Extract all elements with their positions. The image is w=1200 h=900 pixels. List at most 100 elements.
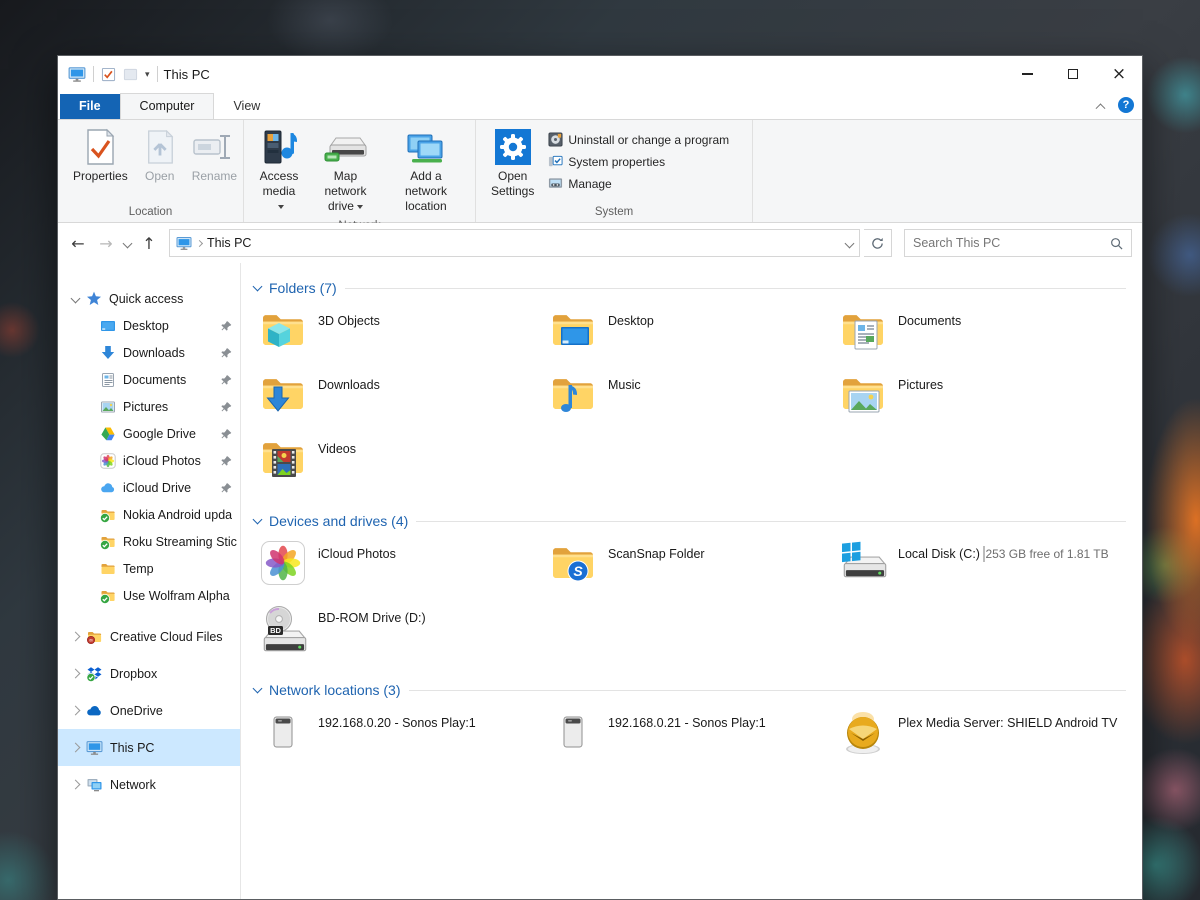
address-dropdown-icon[interactable] [845,238,855,248]
add-network-location-icon [404,127,448,167]
up-button[interactable]: ↑ [137,234,161,253]
expand-chevron-icon[interactable] [71,294,81,304]
tile-3d-objects[interactable]: 3D Objects [254,305,544,369]
network-icon [86,777,103,793]
sidebar-item-documents[interactable]: Documents [58,366,240,393]
access-media-button[interactable]: Accessmedia [252,124,306,217]
manage-button[interactable]: Manage [543,174,734,193]
folder-desktop-icon [548,307,598,357]
minimize-icon [1022,73,1033,74]
system-properties-button[interactable]: System properties [543,152,734,171]
folder-synced-icon [100,588,116,604]
tile-sonos-20[interactable]: 192.168.0.20 - Sonos Play:1 [254,707,544,771]
new-folder-qat-icon[interactable] [123,67,138,82]
sidebar-item-desktop[interactable]: Desktop [58,312,240,339]
tab-computer[interactable]: Computer [120,93,215,119]
properties-qat-icon[interactable] [101,67,116,82]
sidebar-item-downloads[interactable]: Downloads [58,339,240,366]
section-title: Devices and drives (4) [269,513,408,529]
collapse-chevron-icon[interactable] [71,780,81,790]
uninstall-program-button[interactable]: Uninstall or change a program [543,130,734,149]
qat-customize-dropdown[interactable]: ▾ [145,69,150,80]
sidebar-item-use-wolfram-alpha[interactable]: Use Wolfram Alpha [58,582,240,609]
sidebar-item-icloud-photos[interactable]: iCloud Photos [58,447,240,474]
tile-videos[interactable]: Videos [254,433,544,497]
devices-grid: iCloud Photos S ScanSnap Folder Local Di… [254,538,1142,666]
add-network-location-button[interactable]: Add a networklocation [385,124,467,217]
sonos-speaker-icon [548,709,598,759]
svg-text:S: S [573,563,583,579]
sidebar-gap [58,609,240,618]
open-settings-button[interactable]: OpenSettings [484,124,541,202]
map-network-drive-button[interactable]: Map networkdrive [308,124,383,217]
search-icon[interactable] [1110,237,1123,250]
sidebar-item-this-pc[interactable]: This PC [58,729,240,766]
collapse-section-icon[interactable] [253,282,263,292]
collapse-chevron-icon[interactable] [71,706,81,716]
close-button[interactable]: × [1096,56,1142,92]
collapse-chevron-icon[interactable] [71,669,81,679]
google-drive-icon [100,426,116,442]
sidebar-item-temp[interactable]: Temp [58,555,240,582]
downloads-icon [100,345,116,361]
search-input[interactable] [913,236,1110,250]
tile-downloads[interactable]: Downloads [254,369,544,433]
collapse-chevron-icon[interactable] [71,632,81,642]
sidebar-item-roku-streaming[interactable]: Roku Streaming Stic [58,528,240,555]
tile-documents[interactable]: Documents [834,305,1124,369]
icloud-photos-icon [258,540,308,590]
maximize-button[interactable] [1050,56,1096,92]
sidebar-item-dropbox[interactable]: Dropbox [58,655,240,692]
breadcrumb-chevron-icon[interactable] [196,239,203,246]
back-button[interactable]: ← [66,234,90,253]
sidebar-item-google-drive[interactable]: Google Drive [58,420,240,447]
tile-scansnap-folder[interactable]: S ScanSnap Folder [544,538,834,602]
tile-sonos-21[interactable]: 192.168.0.21 - Sonos Play:1 [544,707,834,771]
sidebar-item-pictures[interactable]: Pictures [58,393,240,420]
tile-local-disk-c[interactable]: Local Disk (C:) 253 GB free of 1.81 TB [834,538,1124,602]
sidebar-item-onedrive[interactable]: OneDrive [58,692,240,729]
tile-icloud-photos-drive[interactable]: iCloud Photos [254,538,544,602]
rename-button[interactable]: Rename [185,124,244,187]
address-bar[interactable]: This PC [169,229,860,257]
section-folders[interactable]: Folders (7) [254,277,1126,299]
open-button[interactable]: Open [137,124,183,187]
sidebar-item-creative-cloud-files[interactable]: ∞ Creative Cloud Files [58,618,240,655]
minimize-ribbon-icon[interactable] [1096,103,1106,113]
folder-synced-icon [100,534,116,550]
this-pc-icon [176,235,192,251]
collapse-section-icon[interactable] [253,684,263,694]
this-pc-icon [86,739,103,756]
ribbon-group-label-location: Location [58,203,243,222]
section-rule [409,690,1127,691]
sidebar-item-network[interactable]: Network [58,766,240,803]
help-icon[interactable]: ? [1118,97,1134,113]
sidebar-item-nokia-android[interactable]: Nokia Android upda [58,501,240,528]
bd-rom-drive-icon: BD [258,604,308,654]
tile-music[interactable]: Music [544,369,834,433]
onedrive-icon [86,703,103,719]
section-devices[interactable]: Devices and drives (4) [254,510,1126,532]
explorer-window: ▾ This PC × File Computer View ? [57,55,1143,900]
tab-file[interactable]: File [60,94,120,119]
rename-icon [192,127,236,167]
collapse-chevron-icon[interactable] [71,743,81,753]
sidebar-item-icloud-drive[interactable]: iCloud Drive [58,474,240,501]
forward-button[interactable]: → [94,234,118,253]
refresh-button[interactable] [864,229,892,257]
tab-view[interactable]: View [214,94,279,119]
minimize-button[interactable] [1004,56,1050,92]
breadcrumb[interactable]: This PC [207,236,251,250]
collapse-section-icon[interactable] [253,515,263,525]
icloud-drive-icon [100,480,116,496]
tile-desktop[interactable]: Desktop [544,305,834,369]
recent-locations-dropdown[interactable] [123,238,133,248]
pin-icon [221,374,232,385]
tile-bd-rom-drive[interactable]: BD BD-ROM Drive (D:) [254,602,544,666]
system-properties-icon [548,154,563,169]
properties-button[interactable]: Properties [66,124,135,187]
tile-pictures[interactable]: Pictures [834,369,1124,433]
tile-plex-media-server[interactable]: Plex Media Server: SHIELD Android TV [834,707,1124,771]
sidebar-item-quick-access[interactable]: Quick access [58,285,240,312]
section-network-locations[interactable]: Network locations (3) [254,679,1126,701]
